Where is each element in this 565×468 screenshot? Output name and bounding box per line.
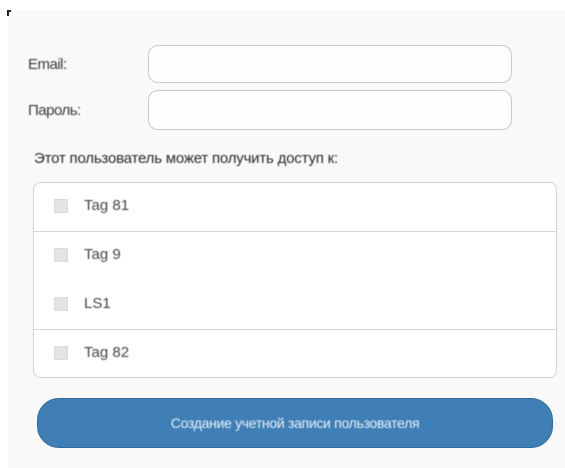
checkbox[interactable] — [54, 297, 68, 311]
access-item-label: Tag 82 — [84, 344, 130, 361]
email-field[interactable] — [148, 45, 512, 83]
access-item-ls1[interactable]: LS1 — [34, 281, 556, 330]
access-list: Tag 81 Tag 9 LS1 Tag 82 — [33, 182, 557, 378]
access-item-tag-82[interactable]: Tag 82 — [34, 330, 556, 377]
password-field[interactable] — [148, 90, 512, 130]
corner-mark — [7, 10, 11, 16]
email-label: Email: — [28, 56, 67, 73]
password-label: Пароль: — [28, 102, 81, 119]
create-user-button-label: Создание учетной записи пользователя — [170, 415, 420, 431]
create-user-button[interactable]: Создание учетной записи пользователя — [37, 398, 553, 448]
access-item-tag-9[interactable]: Tag 9 — [34, 232, 556, 281]
access-item-label: Tag 9 — [84, 246, 121, 263]
access-item-label: LS1 — [84, 295, 111, 312]
access-title: Этот пользователь может получить доступ … — [34, 150, 338, 167]
access-item-label: Tag 81 — [84, 197, 130, 214]
checkbox[interactable] — [54, 248, 68, 262]
checkbox[interactable] — [54, 346, 68, 360]
checkbox[interactable] — [54, 199, 68, 213]
access-item-tag-81[interactable]: Tag 81 — [34, 183, 556, 232]
